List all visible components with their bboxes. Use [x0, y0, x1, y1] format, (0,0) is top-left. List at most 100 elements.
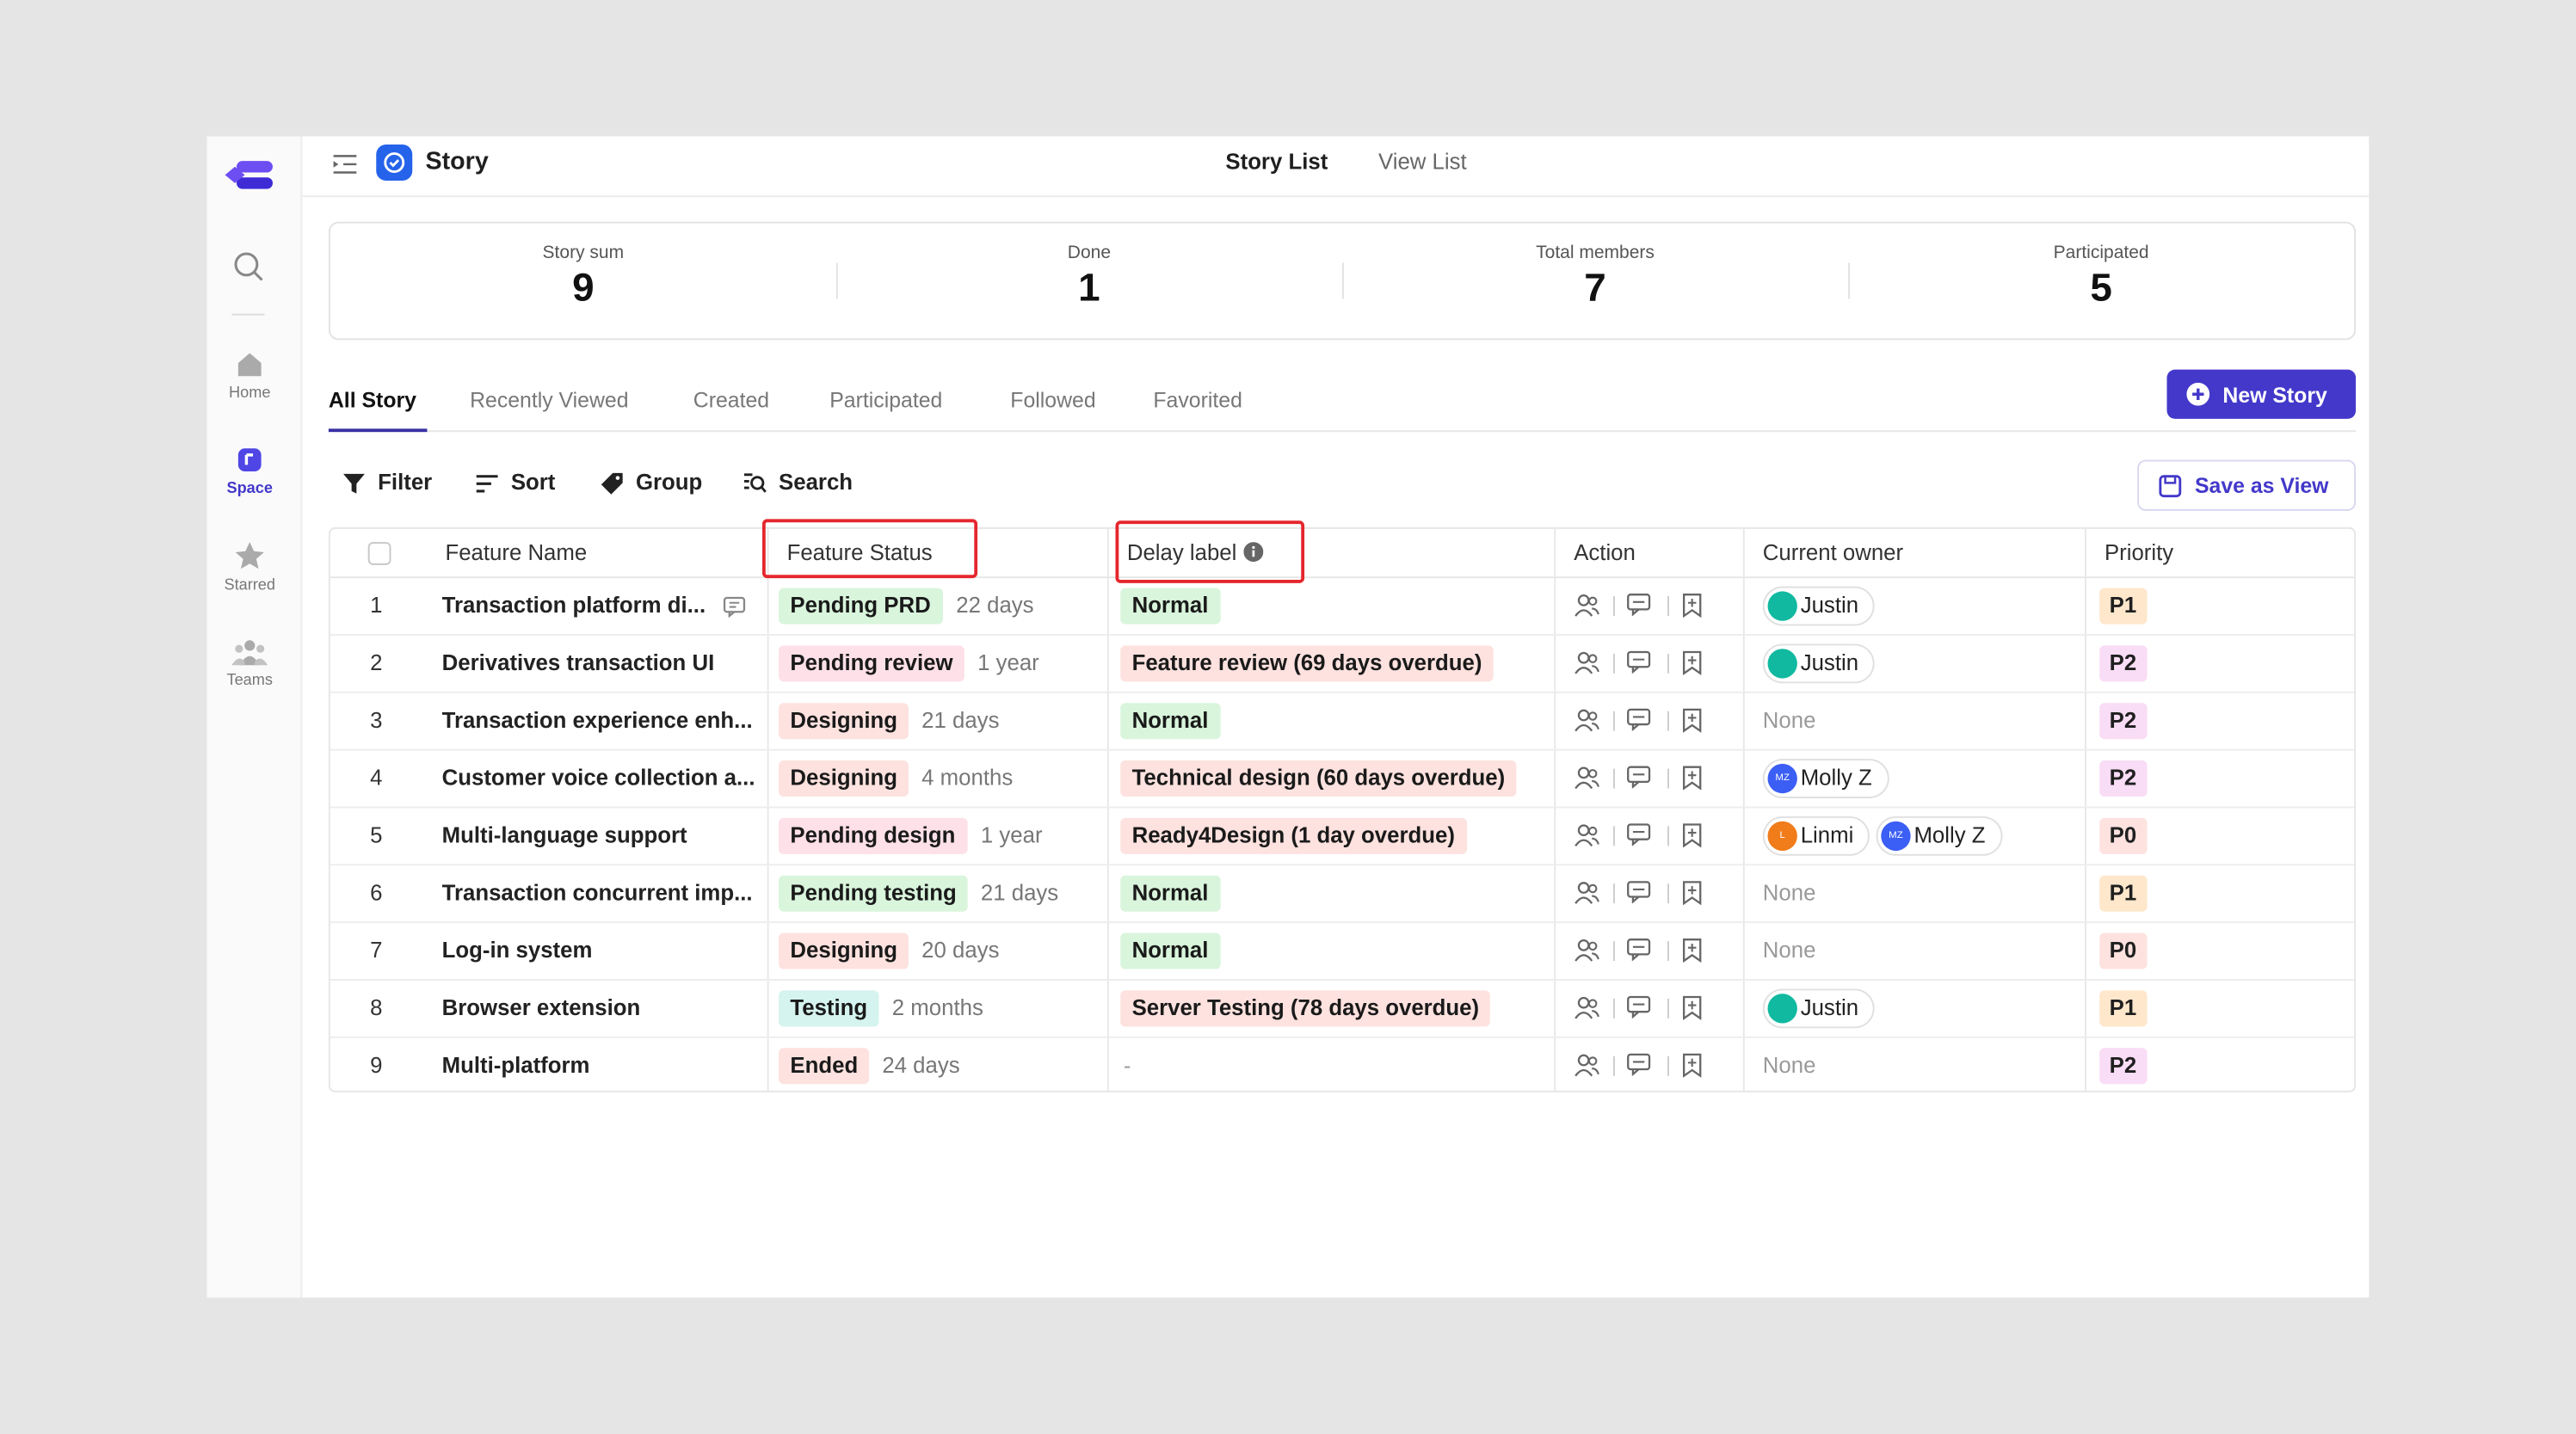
feature-name[interactable]: Log-in system	[442, 938, 593, 963]
status-badge[interactable]: Pending review	[779, 645, 964, 682]
feature-name[interactable]: Multi-language support	[442, 823, 687, 848]
bookmark-add-icon[interactable]	[1680, 823, 1704, 848]
feature-name[interactable]: Transaction concurrent imp...	[442, 880, 753, 905]
priority-badge[interactable]: P2	[2099, 1048, 2147, 1085]
comment-icon[interactable]	[723, 596, 746, 618]
comment-icon[interactable]	[1626, 938, 1651, 961]
comment-icon[interactable]	[1626, 766, 1651, 789]
feature-name[interactable]: Multi-platform	[442, 1053, 590, 1078]
priority-badge[interactable]: P2	[2099, 703, 2147, 740]
status-badge[interactable]: Pending testing	[779, 875, 969, 912]
feature-name[interactable]: Customer voice collection a...	[442, 766, 755, 791]
table-row[interactable]: 4 Customer voice collection a... Designing…	[330, 751, 2355, 809]
table-row[interactable]: 9 Multi-platform Ended 24 days - None P2	[330, 1038, 2354, 1091]
assign-members-icon[interactable]	[1574, 766, 1600, 791]
table-row[interactable]: 8 Browser extension Testing 2 months Server …	[330, 981, 2355, 1038]
sort-label: Sort	[510, 470, 556, 495]
status-badge[interactable]: Testing	[779, 990, 879, 1027]
tab-participated[interactable]: Participated	[829, 388, 942, 413]
column-priority[interactable]: Priority	[2105, 540, 2173, 565]
owner-chip[interactable]: Justin	[1762, 586, 1876, 626]
priority-badge[interactable]: P2	[2099, 760, 2147, 797]
priority-badge[interactable]: P0	[2099, 817, 2147, 854]
tab-all-story[interactable]: All Story	[329, 388, 416, 413]
sidebar-item-teams[interactable]: Teams	[207, 637, 293, 690]
owner-chip[interactable]: MZ Molly Z	[1876, 815, 2002, 856]
tab-view-list[interactable]: View List	[1378, 150, 1467, 175]
sidebar-item-starred[interactable]: Starred	[207, 540, 293, 594]
priority-badge[interactable]: P2	[2099, 645, 2147, 682]
sidebar-item-space[interactable]: Space	[207, 445, 293, 498]
assign-members-icon[interactable]	[1574, 880, 1600, 905]
column-current-owner[interactable]: Current owner	[1763, 540, 1903, 565]
screenshot-frame: Home Space Starred Teams Story Story Lis…	[0, 0, 2576, 1434]
bookmark-add-icon[interactable]	[1680, 766, 1704, 791]
assign-members-icon[interactable]	[1574, 995, 1600, 1020]
table-row[interactable]: 6 Transaction concurrent imp... Pending te…	[330, 865, 2355, 924]
bookmark-add-icon[interactable]	[1680, 1053, 1704, 1078]
comment-icon[interactable]	[1626, 823, 1651, 846]
bookmark-add-icon[interactable]	[1680, 938, 1704, 963]
collapse-menu-icon[interactable]	[332, 151, 359, 178]
bookmark-add-icon[interactable]	[1680, 650, 1704, 675]
bookmark-add-icon[interactable]	[1680, 880, 1704, 906]
bookmark-add-icon[interactable]	[1680, 708, 1704, 733]
table-row[interactable]: 2 Derivatives transaction UI Pending revie…	[330, 636, 2355, 693]
feature-name[interactable]: Transaction platform di...	[442, 593, 706, 618]
comment-icon[interactable]	[1626, 995, 1651, 1019]
priority-badge[interactable]: P1	[2099, 875, 2147, 912]
tab-recently-viewed[interactable]: Recently Viewed	[470, 388, 628, 413]
sort-button[interactable]: Sort	[475, 470, 556, 495]
status-badge[interactable]: Designing	[779, 760, 909, 797]
bookmark-add-icon[interactable]	[1680, 593, 1704, 618]
column-action[interactable]: Action	[1574, 540, 1636, 565]
assign-members-icon[interactable]	[1574, 823, 1600, 848]
comment-icon[interactable]	[1626, 593, 1651, 617]
tab-created[interactable]: Created	[693, 388, 769, 413]
story-table: Feature Name Feature Status Delay label …	[328, 526, 2357, 1092]
assign-members-icon[interactable]	[1574, 650, 1600, 675]
comment-icon[interactable]	[1626, 1053, 1651, 1076]
comment-icon[interactable]	[1626, 880, 1651, 904]
new-story-button[interactable]: New Story	[2166, 369, 2357, 419]
tab-followed[interactable]: Followed	[1010, 388, 1095, 413]
status-badge[interactable]: Pending design	[779, 817, 967, 854]
status-badge[interactable]: Ended	[779, 1048, 870, 1085]
owner-chip[interactable]: L Linmi	[1762, 815, 1870, 856]
owner-chip[interactable]: MZ Molly Z	[1762, 759, 1889, 798]
assign-members-icon[interactable]	[1574, 1053, 1600, 1078]
table-row[interactable]: 1 Transaction platform di... Pending PRD 22…	[330, 578, 2355, 636]
table-row[interactable]: 7 Log-in system Designing 20 days Normal None…	[330, 923, 2355, 981]
status-badge[interactable]: Pending PRD	[779, 588, 943, 625]
search-icon[interactable]	[231, 249, 264, 282]
status-badge[interactable]: Designing	[779, 703, 909, 740]
feature-name[interactable]: Browser extension	[442, 995, 641, 1020]
owner-chip[interactable]: Justin	[1762, 643, 1876, 684]
feature-name[interactable]: Transaction experience enh...	[442, 708, 753, 733]
comment-icon[interactable]	[1626, 650, 1651, 674]
table-row[interactable]: 5 Multi-language support Pending design 1 y…	[330, 808, 2355, 866]
assign-members-icon[interactable]	[1574, 938, 1600, 963]
group-button[interactable]: Group	[600, 470, 702, 495]
comment-icon[interactable]	[1626, 708, 1651, 731]
priority-badge[interactable]: P1	[2099, 990, 2147, 1027]
assign-members-icon[interactable]	[1574, 593, 1600, 618]
status-badge[interactable]: Designing	[779, 932, 909, 969]
save-as-view-button[interactable]: Save as View	[2137, 459, 2357, 511]
filter-button[interactable]: Filter	[342, 470, 432, 495]
bookmark-add-icon[interactable]	[1680, 995, 1704, 1020]
select-all-checkbox[interactable]	[367, 542, 391, 565]
assign-members-icon[interactable]	[1574, 708, 1600, 733]
table-row[interactable]: 3 Transaction experience enh... Designing 2…	[330, 693, 2355, 751]
priority-badge[interactable]: P1	[2099, 588, 2147, 625]
search-button[interactable]: Search	[743, 470, 853, 495]
feature-name[interactable]: Derivatives transaction UI	[442, 650, 715, 675]
app-logo-icon[interactable]	[224, 156, 276, 195]
column-feature-name[interactable]: Feature Name	[445, 540, 587, 565]
tab-favorited[interactable]: Favorited	[1153, 388, 1242, 413]
tab-story-list[interactable]: Story List	[1225, 150, 1328, 175]
sidebar-item-home[interactable]: Home	[207, 350, 293, 403]
feature-status-highlight	[761, 519, 978, 579]
owner-chip[interactable]: Justin	[1762, 988, 1876, 1029]
priority-badge[interactable]: P0	[2099, 932, 2147, 969]
